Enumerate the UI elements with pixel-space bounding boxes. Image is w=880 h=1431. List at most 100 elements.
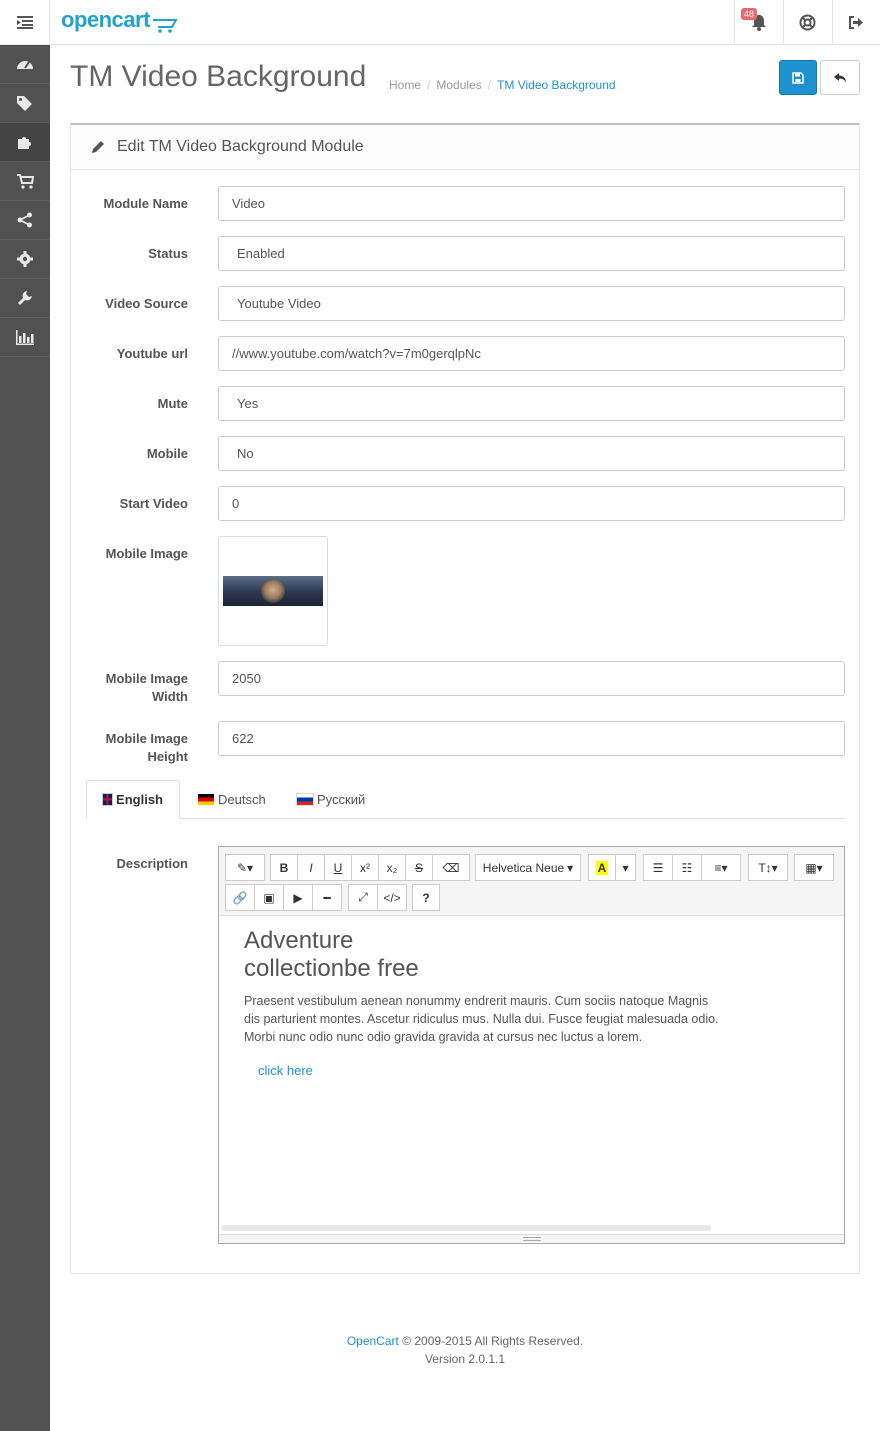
start-video-input[interactable]: 0 [218,486,845,521]
list-ol-icon: ☷ [681,860,693,875]
horizontal-rule-button[interactable]: ━ [312,884,342,911]
dashboard-icon [17,61,33,69]
description-editor: ✎▾ B I U x² x₂ S ⌫ Helvetica Neue ▾ A ▾ ☰… [218,846,845,1244]
tab-russian[interactable]: Русский [281,780,381,819]
link-button[interactable]: 🔗 [225,884,255,911]
ordered-list-button[interactable]: ☷ [672,854,702,881]
sidebar-item-marketing[interactable] [0,201,50,240]
eraser-icon: ⌫ [442,860,460,875]
video-source-label: Video Source [105,296,188,311]
italic-button[interactable]: I [297,854,325,881]
opencart-logo[interactable]: opencart [61,7,178,33]
save-icon [792,71,804,84]
language-tabs: English Deutsch Русский [86,780,845,819]
back-button[interactable] [820,60,860,95]
footer-copyright: © 2009-2015 All Rights Reserved. [402,1334,584,1348]
align-left-icon: ≡▾ [714,860,728,875]
sidebar-item-catalog[interactable] [0,84,50,123]
line-height-button[interactable]: T↕▾ [748,854,788,881]
tags-icon [17,96,32,111]
sidebar-item-dashboard[interactable] [0,45,50,84]
video-button[interactable]: ▶ [283,884,313,911]
editor-heading: Adventure collectionbe free [244,927,419,982]
logo-text: opencart [61,7,150,32]
help-button[interactable] [783,0,831,44]
style-button[interactable]: ✎▾ [225,854,265,881]
bold-icon: B [279,860,289,875]
tab-deutsch[interactable]: Deutsch [182,780,282,819]
panel-heading: Edit TM Video Background Module [71,125,859,170]
editor-click-here-link[interactable]: click here [258,1063,313,1078]
breadcrumb-current[interactable]: TM Video Background [497,78,616,92]
logo-cart-icon [152,14,178,33]
sidebar-item-reports[interactable] [0,318,50,357]
notifications-button[interactable]: 48 [734,0,782,44]
edit-module-panel: Edit TM Video Background Module Module N… [70,123,860,1274]
breadcrumb-modules[interactable]: Modules [436,78,481,92]
page-scrollbar[interactable] [871,45,880,530]
footer-version: Version 2.0.1.1 [424,1352,506,1366]
help-editor-button[interactable]: ? [412,884,440,911]
font-family-dropdown[interactable]: Helvetica Neue ▾ [475,854,581,881]
text-height-icon: T↕▾ [758,860,778,875]
save-button[interactable] [779,60,817,95]
superscript-button[interactable]: x² [351,854,379,881]
code-view-button[interactable]: </> [377,884,407,911]
bold-button[interactable]: B [270,854,298,881]
mobile-image-width-label: Mobile Image Width [105,671,188,704]
puzzle-icon [18,137,31,149]
reply-icon [833,72,846,83]
image-button[interactable]: ▣ [254,884,284,911]
mobile-image-height-input[interactable]: 622 [218,721,845,756]
underline-button[interactable]: U [324,854,352,881]
module-name-label: Module Name [103,196,188,211]
subscript-button[interactable]: x₂ [378,854,406,881]
module-name-input[interactable]: Video [218,186,845,221]
editor-content-area[interactable]: Adventure collectionbe free Praesent vest… [219,917,844,1235]
start-video-label: Start Video [119,496,188,511]
editor-horizontal-scrollbar[interactable] [221,1225,711,1231]
footer-opencart-link[interactable]: OpenCart [347,1334,399,1348]
tab-english[interactable]: English [86,780,180,819]
sidebar-item-sales[interactable] [0,162,50,201]
table-button[interactable]: ▦▾ [794,854,834,881]
german-flag-icon [198,794,214,805]
mobile-image-width-input[interactable]: 2050 [218,661,845,696]
sidebar [0,45,50,1431]
list-ul-icon: ☰ [652,860,664,875]
fullscreen-button[interactable]: ⤢ [348,884,378,911]
text-color-button[interactable]: A [588,854,616,881]
unordered-list-button[interactable]: ☰ [643,854,673,881]
cart-icon [16,173,34,189]
mute-select[interactable]: Yes [218,386,845,421]
magic-icon: ✎▾ [236,860,254,875]
link-icon: 🔗 [232,890,248,905]
menu-icon [16,15,33,29]
menu-toggle-button[interactable] [0,0,50,44]
youtube-url-input[interactable]: //www.youtube.com/watch?v=7m0gerqlpNc [218,336,845,371]
breadcrumb-home[interactable]: Home [389,78,421,92]
panel-title: Edit TM Video Background Module [117,138,364,155]
mobile-image-height-label: Mobile Image Height [105,731,188,764]
tab-deutsch-label: Deutsch [218,792,266,807]
paragraph-button[interactable]: ≡▾ [701,854,741,881]
editor-resize-handle[interactable] [219,1234,844,1243]
text-color-dropdown[interactable]: ▾ [615,854,636,881]
description-label: Description [116,856,188,871]
subscript-icon: x₂ [386,860,398,875]
mobile-select[interactable]: No [218,436,845,471]
status-select[interactable]: Enabled [218,236,845,271]
mobile-image-thumbnail[interactable] [218,536,328,646]
video-source-select[interactable]: Youtube Video [218,286,845,321]
strikethrough-icon: S [414,860,423,875]
sidebar-item-system[interactable] [0,240,50,279]
expand-icon: ⤢ [358,890,368,904]
logout-button[interactable] [832,0,880,44]
clear-format-button[interactable]: ⌫ [432,854,470,881]
gear-icon [17,251,33,267]
life-ring-icon [799,14,816,30]
sidebar-item-tools[interactable] [0,279,50,318]
mobile-label: Mobile [146,446,188,461]
strikethrough-button[interactable]: S [405,854,433,881]
sidebar-item-extensions[interactable] [0,123,50,162]
